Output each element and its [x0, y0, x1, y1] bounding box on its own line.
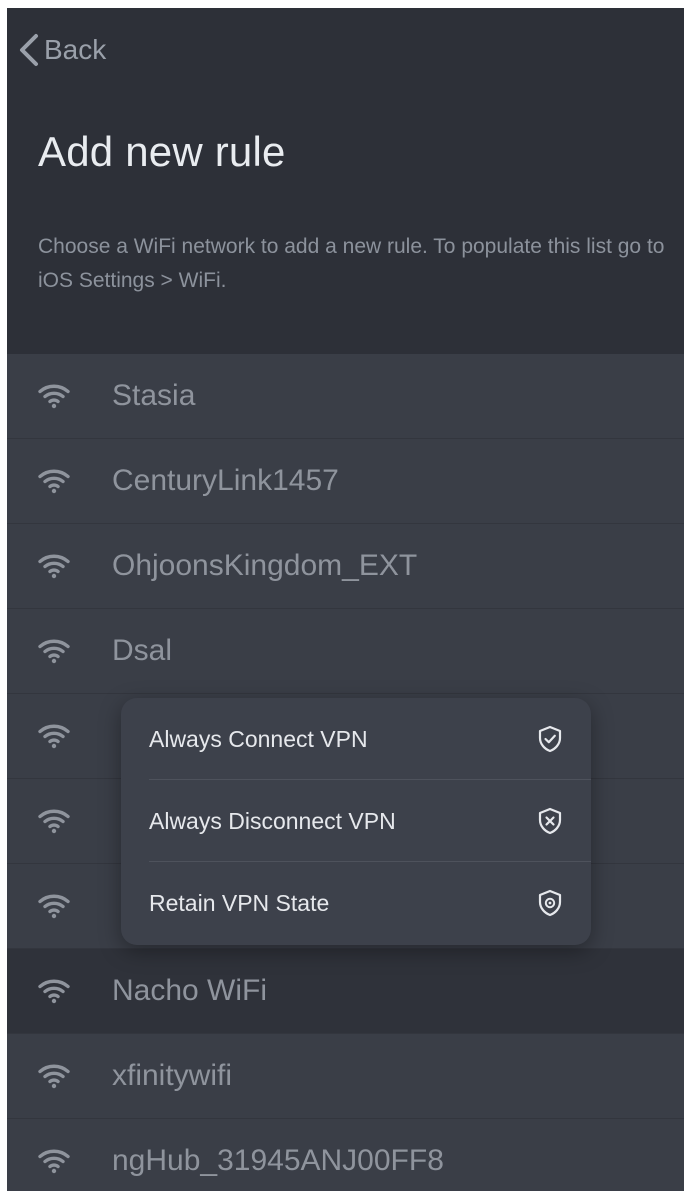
- shield-check-icon: [535, 724, 565, 754]
- shield-x-icon: [535, 806, 565, 836]
- always-connect-vpn-option[interactable]: Always Connect VPN: [121, 698, 591, 780]
- wifi-icon: [37, 382, 71, 410]
- wifi-icon: [37, 467, 71, 495]
- wifi-icon: [37, 637, 71, 665]
- network-row[interactable]: Stasia: [7, 354, 684, 439]
- network-name: OhjoonsKingdom_EXT: [112, 549, 418, 582]
- chevron-left-icon: [16, 32, 42, 68]
- wifi-icon: [37, 977, 71, 1005]
- screen: Back Add new rule Choose a WiFi network …: [7, 8, 684, 1191]
- wifi-icon: [37, 1062, 71, 1090]
- network-name: xfinitywifi: [112, 1059, 233, 1092]
- back-label: Back: [44, 34, 107, 65]
- wifi-icon: [37, 552, 71, 580]
- wifi-icon: [37, 1147, 71, 1175]
- network-name: Stasia: [112, 379, 196, 412]
- header: Back Add new rule Choose a WiFi network …: [7, 8, 684, 354]
- page-subtitle: Choose a WiFi network to add a new rule.…: [38, 235, 665, 292]
- network-row[interactable]: xfinitywifi: [7, 1034, 684, 1119]
- wifi-icon: [37, 722, 71, 750]
- network-row[interactable]: OhjoonsKingdom_EXT: [7, 524, 684, 609]
- network-name: Dsal: [112, 634, 173, 667]
- network-name: ngHub_31945ANJ00FF8: [112, 1144, 444, 1177]
- rule-menu: Always Connect VPN Always Disconnect VPN…: [121, 698, 591, 945]
- back-button[interactable]: Back: [16, 30, 106, 70]
- page-title: Add new rule: [38, 128, 286, 175]
- network-row[interactable]: CenturyLink1457: [7, 439, 684, 524]
- shield-gear-icon: [535, 888, 565, 918]
- network-row[interactable]: Dsal: [7, 609, 684, 694]
- network-name: Nacho WiFi: [112, 974, 268, 1007]
- menu-item-label: Always Connect VPN: [149, 725, 368, 752]
- retain-vpn-state-option[interactable]: Retain VPN State: [121, 862, 591, 944]
- network-row[interactable]: ngHub_31945ANJ00FF8: [7, 1119, 684, 1191]
- always-disconnect-vpn-option[interactable]: Always Disconnect VPN: [121, 780, 591, 862]
- network-row-selected[interactable]: Nacho WiFi: [7, 949, 684, 1034]
- wifi-icon: [37, 892, 71, 920]
- menu-item-label: Retain VPN State: [149, 889, 330, 916]
- wifi-icon: [37, 807, 71, 835]
- network-name: CenturyLink1457: [112, 464, 339, 497]
- menu-item-label: Always Disconnect VPN: [149, 807, 396, 834]
